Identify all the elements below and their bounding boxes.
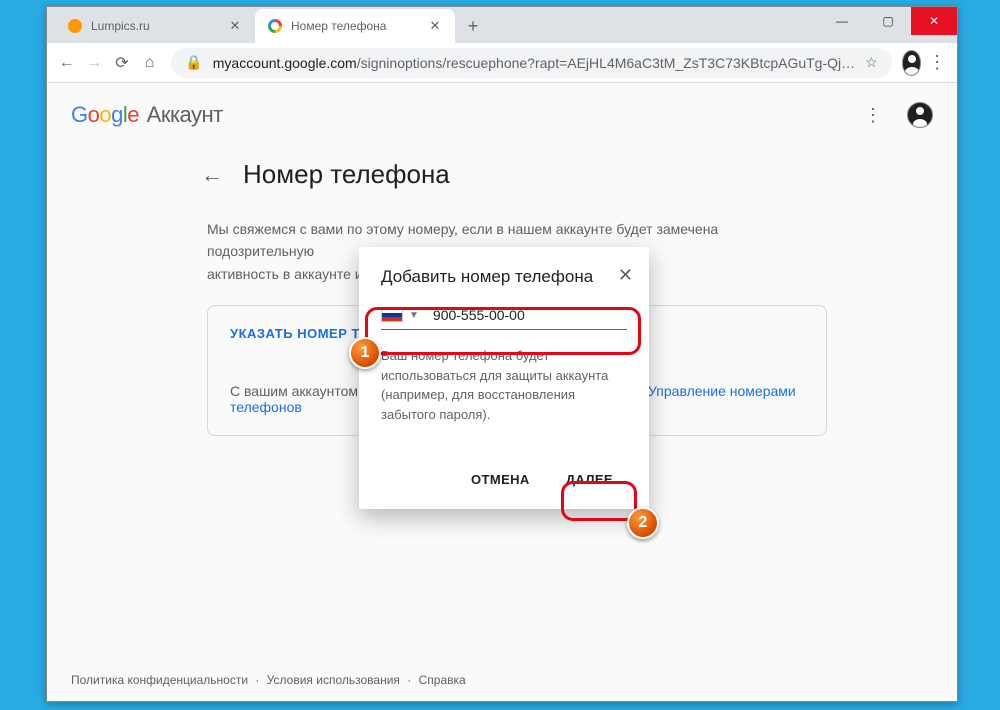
browser-menu-icon[interactable]: ⋮ — [925, 52, 949, 73]
url-text: myaccount.google.com/signinoptions/rescu… — [213, 55, 855, 71]
close-icon[interactable]: ✕ — [427, 18, 443, 34]
lock-icon: 🔒 — [185, 54, 202, 71]
profile-avatar[interactable] — [902, 50, 922, 76]
tab-lumpics[interactable]: Lumpics.ru ✕ — [55, 9, 255, 43]
chevron-down-icon[interactable]: ▼ — [409, 310, 419, 321]
maximize-button[interactable]: ▢ — [865, 7, 911, 35]
next-button[interactable]: ДАЛЕЕ — [552, 464, 627, 495]
modal-title: Добавить номер телефона — [381, 267, 627, 287]
bookmark-star-icon[interactable]: ☆ — [865, 54, 878, 71]
phone-number-input[interactable] — [433, 307, 627, 323]
new-tab-button[interactable]: + — [459, 12, 487, 40]
titlebar: Lumpics.ru ✕ Номер телефона ✕ + — ▢ ✕ — [47, 7, 957, 43]
back-button[interactable]: ← — [55, 47, 79, 79]
minimize-button[interactable]: — — [819, 7, 865, 35]
close-button[interactable]: ✕ — [911, 7, 957, 35]
favicon-lumpics — [67, 18, 83, 34]
window-controls: — ▢ ✕ — [819, 7, 957, 35]
tab-phone-number[interactable]: Номер телефона ✕ — [255, 9, 455, 43]
page-content: Google Аккаунт ⋮ ← Номер телефона Мы свя… — [47, 83, 957, 701]
phone-input-row: ▼ — [381, 303, 627, 330]
tab-title: Номер телефона — [291, 19, 419, 33]
modal-description: Ваш номер телефона будет использоваться … — [381, 346, 627, 424]
close-icon[interactable]: ✕ — [227, 18, 243, 34]
home-button[interactable]: ⌂ — [138, 47, 162, 79]
browser-window: Lumpics.ru ✕ Номер телефона ✕ + — ▢ ✕ ← … — [46, 6, 958, 702]
country-flag-icon[interactable] — [381, 308, 403, 322]
tab-title: Lumpics.ru — [91, 19, 219, 33]
reload-button[interactable]: ⟳ — [110, 47, 134, 79]
tab-strip: Lumpics.ru ✕ Номер телефона ✕ + — [55, 9, 487, 43]
cancel-button[interactable]: ОТМЕНА — [457, 464, 544, 495]
favicon-google — [267, 18, 283, 34]
modal-actions: ОТМЕНА ДАЛЕЕ — [381, 464, 627, 495]
address-bar: ← → ⟳ ⌂ 🔒 myaccount.google.com/signinopt… — [47, 43, 957, 83]
url-field[interactable]: 🔒 myaccount.google.com/signinoptions/res… — [171, 48, 891, 78]
add-phone-modal: Добавить номер телефона ✕ ▼ Ваш номер те… — [359, 247, 649, 509]
forward-button: → — [83, 47, 107, 79]
modal-close-icon[interactable]: ✕ — [618, 265, 633, 286]
